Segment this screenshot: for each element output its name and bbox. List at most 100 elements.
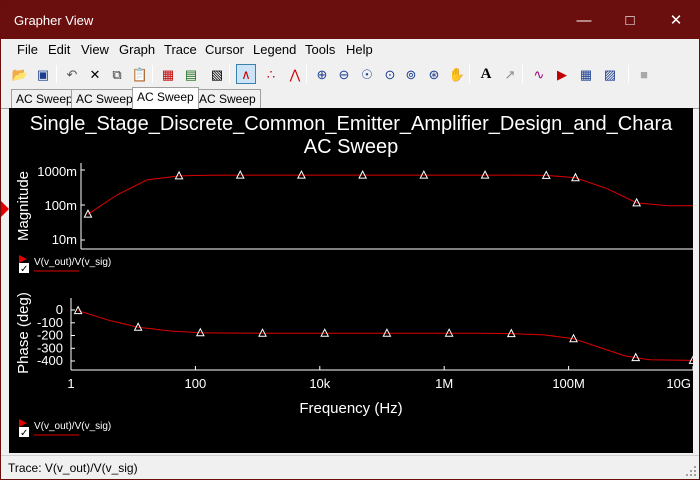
zoom-fit-button[interactable]: ☉ — [357, 64, 377, 84]
magnitude-y-label: Magnitude — [15, 171, 32, 241]
paste-button[interactable]: 📋 — [130, 64, 150, 84]
tab-ac-sweep-1[interactable]: AC Sweep — [11, 89, 78, 108]
resize-grip-icon[interactable] — [685, 465, 697, 477]
magnitude-legend-label: V(v_out)/V(v_sig) — [34, 257, 111, 268]
show-select-marks-button[interactable]: ∧ — [236, 64, 256, 84]
trace-cursor-button[interactable]: ∿ — [529, 64, 549, 84]
phase-legend-marker-icon — [19, 419, 27, 427]
zoom-all-icon: ⊛ — [428, 66, 440, 82]
zoom-out-button[interactable]: ⊖ — [334, 64, 354, 84]
magnitude-data-marker — [358, 170, 368, 179]
zoom-out-icon: ⊖ — [338, 66, 350, 82]
undo-icon: ↶ — [66, 66, 78, 82]
title-bar[interactable]: Grapher View — □ ✕ — [1, 1, 699, 39]
magnitude-y-tick-label: 1000m — [37, 164, 77, 179]
x-axis-tick-label: 100 — [185, 376, 207, 391]
menu-view[interactable]: View — [81, 42, 109, 57]
undo-button[interactable]: ↶ — [62, 64, 82, 84]
stop-icon: ■ — [640, 66, 648, 82]
menu-cursor[interactable]: Cursor — [205, 42, 244, 57]
phase-y-tick-label: -400 — [37, 353, 63, 368]
cut-button[interactable]: ✕ — [85, 64, 105, 84]
magnitude-data-marker — [419, 170, 429, 179]
copy-icon: ⧉ — [112, 66, 122, 82]
show-line-button[interactable]: ⋀ — [285, 64, 305, 84]
stop-button[interactable]: ■ — [634, 64, 654, 84]
status-text: Trace: V(v_out)/V(v_sig) — [8, 461, 138, 475]
menu-bar: File Edit View Graph Trace Cursor Legend… — [1, 39, 699, 61]
x-axis-tick-label: 1 — [67, 376, 74, 391]
legend-icon: ▤ — [184, 66, 198, 82]
menu-file[interactable]: File — [17, 42, 38, 57]
merge-traces-icon: ▶ — [557, 66, 567, 82]
magnitude-legend[interactable]: ✓ V(v_out)/V(v_sig) — [19, 255, 111, 275]
status-bar: Trace: V(v_out)/V(v_sig) — [1, 455, 699, 479]
show-data-points-icon: ∴ — [266, 66, 276, 82]
toolbar-separator — [628, 65, 629, 83]
trace-cursor-icon: ∿ — [533, 66, 545, 82]
toolbar-separator — [56, 65, 57, 83]
phase-legend[interactable]: ✓ V(v_out)/V(v_sig) — [19, 419, 111, 439]
show-line-icon: ⋀ — [289, 66, 301, 82]
graph-canvas[interactable]: Single_Stage_Discrete_Common_Emitter_Amp… — [9, 108, 693, 453]
menu-legend[interactable]: Legend — [253, 42, 296, 57]
overlay-icon: ▧ — [210, 66, 224, 82]
save-icon: ▣ — [36, 66, 50, 82]
toolbar-separator — [469, 65, 470, 83]
phase-legend-label: V(v_out)/V(v_sig) — [34, 421, 111, 432]
magnitude-y-tick-label: 10m — [52, 232, 77, 247]
zoom-y-icon: ⊚ — [405, 66, 417, 82]
zoom-in-button[interactable]: ⊕ — [312, 64, 332, 84]
magnitude-y-tick-label: 100m — [44, 198, 77, 213]
menu-edit[interactable]: Edit — [48, 42, 70, 57]
tab-strip: AC Sweep AC Sweep AC Sweep AC Sweep — [1, 87, 699, 109]
add-text-button[interactable]: A — [476, 64, 496, 84]
menu-trace[interactable]: Trace — [164, 42, 197, 57]
export-excel-button[interactable]: ▦ — [576, 64, 596, 84]
close-button[interactable]: ✕ — [653, 1, 699, 39]
x-axis-tick-label: 100M — [552, 376, 585, 391]
open-folder-icon: 📂 — [11, 66, 29, 82]
toolbar-separator — [152, 65, 153, 83]
minimize-button[interactable]: — — [561, 1, 607, 39]
check-icon: ✓ — [20, 264, 28, 275]
cut-icon: ✕ — [89, 66, 101, 82]
cursor-marker-icon[interactable] — [1, 201, 9, 217]
legend-button[interactable]: ▤ — [181, 64, 201, 84]
export-mathcad-button[interactable]: ▨ — [600, 64, 620, 84]
menu-graph[interactable]: Graph — [119, 42, 155, 57]
close-icon: ✕ — [669, 12, 683, 29]
zoom-all-button[interactable]: ⊛ — [424, 64, 444, 84]
merge-traces-button[interactable]: ▶ — [552, 64, 572, 84]
grid-button[interactable]: ▦ — [158, 64, 178, 84]
x-axis-label: Frequency (Hz) — [299, 400, 402, 417]
tab-ac-sweep-2[interactable]: AC Sweep — [71, 89, 138, 108]
pan-hand-button[interactable]: ✋ — [447, 64, 467, 84]
magnitude-data-marker — [297, 170, 306, 179]
open-folder-button[interactable]: 📂 — [10, 64, 30, 84]
magnitude-series-line — [87, 174, 693, 215]
tab-ac-sweep-4[interactable]: AC Sweep — [194, 89, 261, 108]
show-data-points-button[interactable]: ∴ — [261, 64, 281, 84]
menu-tools[interactable]: Tools — [305, 42, 335, 57]
tab-ac-sweep-3[interactable]: AC Sweep — [132, 87, 199, 109]
phase-y-label: Phase (deg) — [15, 292, 32, 374]
toolbar: 📂 ▣ ↶ ✕ ⧉ 📋 ▦ ▤ ▧ ∧ ∴ ⋀ ⊕ ⊖ ☉ ⊙ ⊚ ⊛ ✋ A ↗ ∿ ▶ ▦ ▨ ■ — [1, 61, 699, 87]
pan-hand-icon: ✋ — [448, 66, 466, 82]
add-arrow-button[interactable]: ↗ — [500, 64, 520, 84]
menu-help[interactable]: Help — [346, 42, 373, 57]
grapher-window: Grapher View — □ ✕ File Edit View Graph … — [0, 0, 700, 480]
export-excel-icon: ▦ — [579, 66, 593, 82]
x-axis-tick-label: 1M — [435, 376, 453, 391]
graph-title: Single_Stage_Discrete_Common_Emitter_Amp… — [30, 113, 673, 135]
paste-icon: 📋 — [131, 66, 149, 82]
graph-area[interactable]: Single_Stage_Discrete_Common_Emitter_Amp… — [9, 108, 693, 453]
maximize-button[interactable]: □ — [607, 1, 653, 39]
zoom-y-button[interactable]: ⊚ — [401, 64, 421, 84]
save-button[interactable]: ▣ — [33, 64, 53, 84]
magnitude-plot: Magnitude 1000m 100m 10m — [15, 163, 693, 250]
copy-button[interactable]: ⧉ — [107, 64, 127, 84]
overlay-button[interactable]: ▧ — [207, 64, 227, 84]
zoom-x-icon: ⊙ — [384, 66, 396, 82]
zoom-x-button[interactable]: ⊙ — [380, 64, 400, 84]
